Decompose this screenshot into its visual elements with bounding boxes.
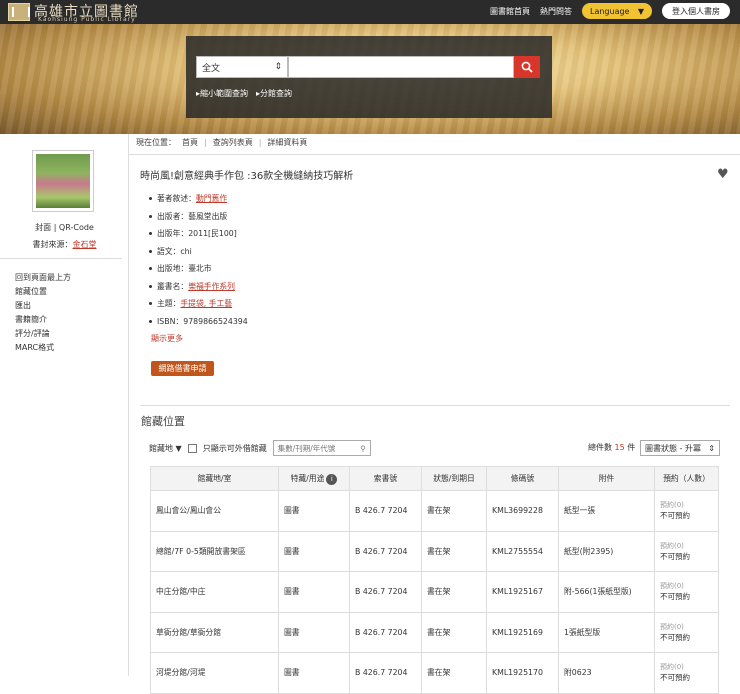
meta-language: 語文： chi <box>149 243 248 261</box>
search-input[interactable] <box>288 56 514 78</box>
reserve-cell: 預約(0) 不可預約 <box>654 571 719 613</box>
reserve-cell: 預約(0) 不可預約 <box>654 530 719 572</box>
meta-author: 著者敘述： 動門舊作 <box>149 190 248 208</box>
show-more-link[interactable]: 顯示更多 <box>151 333 183 344</box>
faq-link[interactable]: 熱門問答 <box>540 6 572 17</box>
table-row: 鳳山會公/鳳山會公 圖書 B 426.7 7204 書在架 KML3699228… <box>150 490 719 532</box>
reserve-link[interactable]: 預約(0) <box>660 541 713 551</box>
divider <box>140 405 730 406</box>
login-button[interactable]: 登入個人書房 <box>662 3 730 19</box>
search-icon[interactable]: ⚲ <box>360 444 366 453</box>
lendable-checkbox[interactable] <box>187 443 197 453</box>
meta-subject: 主題： 手提袋, 手工藝 <box>149 295 248 313</box>
breadcrumb-label: 現在位置： <box>136 138 176 147</box>
divider <box>0 258 122 259</box>
breadcrumb-results[interactable]: 查詢列表頁 <box>213 137 253 148</box>
nav-reviews[interactable]: 評分/評論 <box>15 328 71 339</box>
breadcrumb-current: 詳細資料頁 <box>267 138 308 147</box>
reserve-link[interactable]: 預約(0) <box>660 622 713 632</box>
info-icon[interactable]: i <box>326 473 338 485</box>
col-usage[interactable]: 特藏/用途 i <box>278 466 350 491</box>
sidebar-nav: 回到頁面最上方 館藏位置 匯出 書籍簡介 評分/評論 MARC格式 <box>15 272 71 353</box>
reserve-link[interactable]: 預約(0) <box>660 500 713 510</box>
meta-isbn: ISBN： 9789866524394 <box>149 313 248 331</box>
nav-export[interactable]: 匯出 <box>15 300 71 311</box>
meta-place: 出版地： 臺北市 <box>149 260 248 278</box>
breadcrumb-home[interactable]: 首頁 <box>182 137 198 148</box>
search-icon <box>521 61 533 73</box>
nav-summary[interactable]: 書籍簡介 <box>15 314 71 325</box>
cover-source-link[interactable]: 金石堂 <box>73 240 97 249</box>
language-dropdown[interactable]: Language ▼ <box>582 3 652 19</box>
holdings-filters: 館藏地 ▼ 只顯示可外借館藏 集數/刊期/年代號 ⚲ <box>149 440 371 456</box>
search-field-value: 全文 <box>202 63 221 74</box>
search-field-select[interactable]: 全文 ⇕ <box>196 56 288 78</box>
breadcrumb: 現在位置： 首頁 | 查詢列表頁 | 詳細資料頁 <box>136 137 307 148</box>
logo-subtitle: Kaohsiung Public Library <box>38 16 136 23</box>
location-filter[interactable]: 館藏地 ▼ <box>149 443 182 454</box>
breadcrumb-separator: | <box>258 138 262 147</box>
sort-select[interactable]: 圖書狀態 - 升冪 ⇕ <box>640 440 720 456</box>
nav-marc[interactable]: MARC格式 <box>15 342 71 353</box>
cover-image <box>36 154 90 208</box>
holdings-title: 館藏位置 <box>141 415 185 428</box>
reserve-cell: 預約(0) 不可預約 <box>654 652 719 694</box>
search-sub-links: ▸縮小範圍查詢 ▸分館查詢 <box>196 88 292 99</box>
col-barcode[interactable]: 條碼號 <box>486 466 559 491</box>
table-row: 中庄分館/中庄 圖書 B 426.7 7204 書在架 KML1925167 附… <box>150 571 719 613</box>
language-label: Language <box>590 6 630 16</box>
main-content: 時尚風!創意經典手作包 :36款全機縫納技巧解析 ♥ 著者敘述： 動門舊作 出版者… <box>129 154 740 694</box>
top-links: 圖書館首頁 熱門問答 Language ▼ 登入個人書房 <box>490 3 730 19</box>
reserve-link[interactable]: 預約(0) <box>660 581 713 591</box>
breadcrumb-separator: | <box>204 138 207 147</box>
table-row: 河堤分館/河堤 圖書 B 426.7 7204 書在架 KML1925170 附… <box>150 652 719 694</box>
table-row: 總館/7F 0-5類開放書架區 圖書 B 426.7 7204 書在架 KML2… <box>150 530 719 572</box>
col-reserve[interactable]: 預約（人數） <box>654 466 719 491</box>
meta-year: 出版年： 2011[民100] <box>149 225 248 243</box>
branch-search-link[interactable]: ▸分館查詢 <box>256 88 292 99</box>
lendable-checkbox-label: 只顯示可外借館藏 <box>202 443 267 453</box>
reserve-cell: 預約(0) 不可預約 <box>654 611 719 653</box>
volume-search-input[interactable]: 集數/刊期/年代號 ⚲ <box>272 440 371 456</box>
search-panel: 全文 ⇕ ▸縮小範圍查詢 ▸分館查詢 <box>186 36 552 118</box>
cover-caption[interactable]: 封面 | QR-Code <box>0 222 129 233</box>
interlibrary-loan-button[interactable]: 網路借書申請 <box>151 361 214 376</box>
meta-series: 叢書名： 樂福手作系列 <box>149 278 248 296</box>
reserve-link[interactable]: 預約(0) <box>660 662 713 672</box>
updown-arrow-icon: ⇕ <box>274 62 282 72</box>
table-header-row: 館藏地/室 特藏/用途 i 索書號 狀態/到期日 條碼號 附件 預約（人數） <box>150 466 719 491</box>
caret-down-icon: ▼ <box>637 6 644 16</box>
holdings-count: 總件數 15 件 <box>588 443 636 452</box>
left-sidebar: 封面 | QR-Code 書封來源：金石堂 回到頁面最上方 館藏位置 匯出 書籍… <box>0 134 129 676</box>
col-attachment[interactable]: 附件 <box>558 466 655 491</box>
holdings-table: 館藏地/室 特藏/用途 i 索書號 狀態/到期日 條碼號 附件 預約（人數） 鳳山… <box>150 466 719 694</box>
search-button[interactable] <box>514 56 540 78</box>
table-row: 草衙分館/草衙分館 圖書 B 426.7 7204 書在架 KML1925169… <box>150 611 719 653</box>
banner: 全文 ⇕ ▸縮小範圍查詢 ▸分館查詢 <box>0 24 740 134</box>
heart-icon[interactable]: ♥ <box>717 167 729 182</box>
library-home-link[interactable]: 圖書館首頁 <box>490 6 530 17</box>
nav-holdings[interactable]: 館藏位置 <box>15 286 71 297</box>
book-cover[interactable] <box>32 150 94 212</box>
col-callno[interactable]: 索書號 <box>349 466 422 491</box>
meta-publisher: 出版者： 藝風堂出版 <box>149 208 248 226</box>
nav-back-to-top[interactable]: 回到頁面最上方 <box>15 272 71 283</box>
col-status[interactable]: 狀態/到期日 <box>421 466 487 491</box>
record-title: 時尚風!創意經典手作包 :36款全機縫納技巧解析 <box>140 171 354 182</box>
logo-icon <box>8 3 30 21</box>
record-metadata: 著者敘述： 動門舊作 出版者： 藝風堂出版 出版年： 2011[民100] 語文： ch… <box>149 190 248 330</box>
updown-arrow-icon: ⇕ <box>708 443 715 453</box>
top-bar: 高雄市立圖書館 Kaohsiung Public Library 圖書館首頁 熱… <box>0 0 740 24</box>
cover-source: 書封來源：金石堂 <box>32 240 97 249</box>
narrow-search-link[interactable]: ▸縮小範圍查詢 <box>196 88 248 99</box>
col-location[interactable]: 館藏地/室 <box>150 466 279 491</box>
reserve-cell: 預約(0) 不可預約 <box>654 490 719 532</box>
